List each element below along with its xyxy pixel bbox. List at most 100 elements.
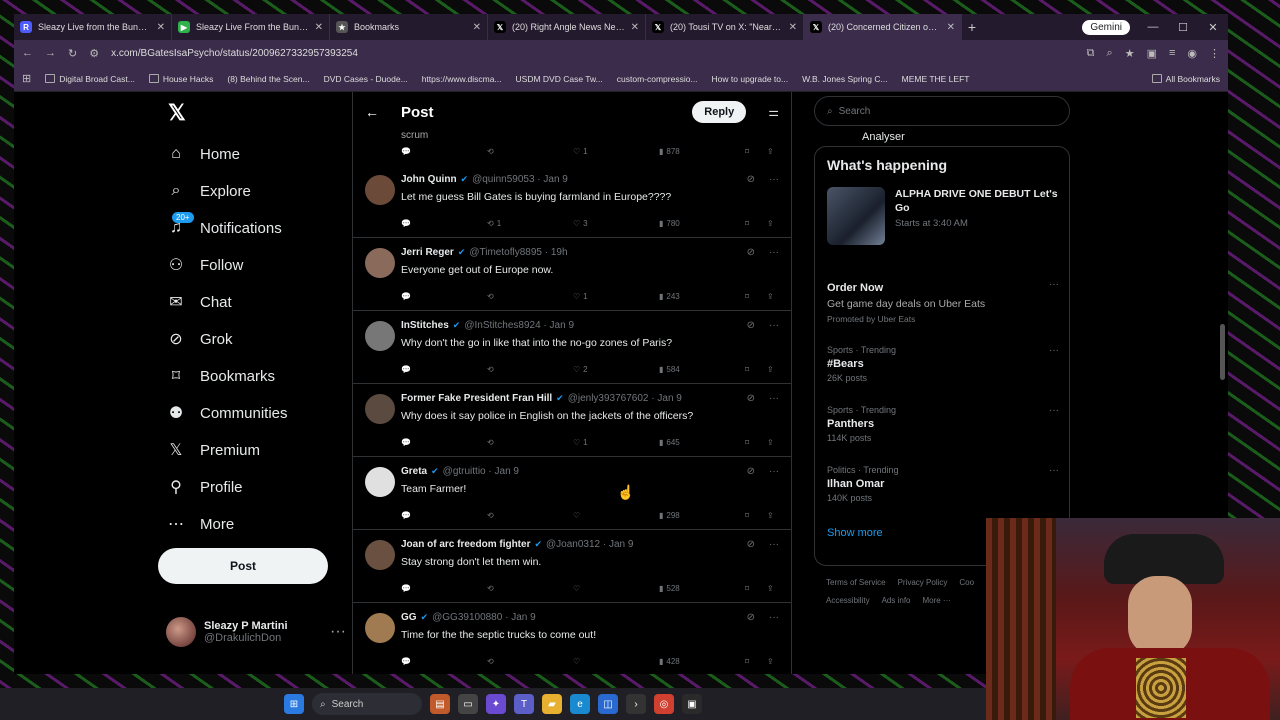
reply-icon[interactable]: 💬 bbox=[401, 219, 411, 228]
reply-icon[interactable]: 💬 bbox=[401, 147, 411, 156]
show-more-link[interactable]: Show more bbox=[827, 527, 883, 539]
nav-profile[interactable]: ⚲ Profile bbox=[166, 477, 242, 497]
browser-tab[interactable]: R Sleazy Live from the Bunker 1/1 ✕ bbox=[14, 14, 172, 40]
taskbar-search[interactable]: ⌕ Search bbox=[312, 693, 422, 715]
site-info-icon[interactable]: ⚙ bbox=[89, 47, 99, 60]
x-logo-icon[interactable]: 𝕏 bbox=[168, 100, 186, 126]
nav-explore[interactable]: ⌕ Explore bbox=[166, 181, 251, 201]
author-name[interactable]: Greta bbox=[401, 466, 427, 477]
filter-icon[interactable]: ⚌ bbox=[768, 105, 779, 119]
analyser-label[interactable]: Analyser bbox=[862, 131, 905, 143]
nav-grok[interactable]: ⊘ Grok bbox=[166, 329, 232, 349]
browser-tab[interactable]: 𝕏 (20) Right Angle News Network ✕ bbox=[488, 14, 646, 40]
file-explorer-icon[interactable]: ▰ bbox=[542, 694, 562, 714]
close-icon[interactable]: ✕ bbox=[157, 22, 165, 33]
nav-home[interactable]: ⌂ Home bbox=[166, 144, 240, 164]
edge-icon[interactable]: e bbox=[570, 694, 590, 714]
close-icon[interactable]: ✕ bbox=[315, 22, 323, 33]
retweet-button[interactable]: ⟲ bbox=[487, 584, 497, 593]
more-icon[interactable]: ··· bbox=[769, 247, 779, 258]
share-icon[interactable]: ⇪ bbox=[767, 584, 774, 593]
author-name[interactable]: Joan of arc freedom fighter bbox=[401, 539, 530, 550]
bookmark-item[interactable]: Digital Broad Cast... bbox=[45, 74, 135, 84]
avatar[interactable] bbox=[365, 321, 395, 351]
menu-icon[interactable]: ⋮ bbox=[1209, 47, 1220, 60]
like-button[interactable]: ♡ 1 bbox=[573, 147, 588, 156]
more-icon[interactable]: ··· bbox=[1049, 465, 1059, 476]
browser-tab-active[interactable]: 𝕏 (20) Concerned Citizen on X: " ✕ bbox=[804, 14, 962, 40]
apps-icon[interactable]: ⊞ bbox=[22, 72, 31, 85]
widgets-icon[interactable]: ▤ bbox=[430, 694, 450, 714]
retweet-button[interactable]: ⟲ bbox=[487, 365, 497, 374]
grok-icon[interactable]: ⊘ bbox=[747, 612, 755, 623]
bookmark-item[interactable]: How to upgrade to... bbox=[712, 74, 789, 84]
retweet-icon[interactable]: ⟲ bbox=[487, 147, 494, 156]
author-name[interactable]: Jerri Reger bbox=[401, 247, 454, 258]
maximize-icon[interactable]: ☐ bbox=[1168, 21, 1198, 34]
nav-communities[interactable]: ⚉ Communities bbox=[166, 403, 288, 423]
more-icon[interactable]: ··· bbox=[769, 466, 779, 477]
browser-tab[interactable]: ▶ Sleazy Live From the Bunker 1/1 ✕ bbox=[172, 14, 330, 40]
avatar[interactable] bbox=[365, 613, 395, 643]
reply-icon[interactable]: 💬 bbox=[401, 584, 411, 593]
promoted-trend[interactable]: Order Now Get game day deals on Uber Eat… bbox=[827, 279, 1059, 324]
footer-link[interactable]: Privacy Policy bbox=[898, 578, 948, 587]
bookmark-item[interactable]: https://www.discma... bbox=[422, 74, 502, 84]
avatar[interactable] bbox=[365, 540, 395, 570]
reply-tweet[interactable]: John Quinn ✔ @quinn59053 · Jan 9 Let me gue… bbox=[353, 165, 791, 238]
retweet-button[interactable]: ⟲ bbox=[487, 438, 497, 447]
share-icon[interactable]: ⇪ bbox=[767, 511, 774, 520]
account-switcher[interactable]: Sleazy P Martini @DrakulichDon ··· bbox=[166, 617, 346, 647]
copilot-icon[interactable]: ✦ bbox=[486, 694, 506, 714]
nav-premium[interactable]: 𝕏 Premium bbox=[166, 440, 260, 460]
teams-icon[interactable]: T bbox=[514, 694, 534, 714]
terminal-icon[interactable]: › bbox=[626, 694, 646, 714]
grok-icon[interactable]: ⊘ bbox=[747, 174, 755, 185]
reply-button[interactable]: Reply bbox=[692, 101, 747, 123]
bookmark-icon[interactable]: ⌑ bbox=[745, 219, 749, 228]
footer-link[interactable]: More ··· bbox=[922, 596, 950, 605]
like-button[interactable]: ♡ 2 bbox=[573, 365, 588, 374]
views-button[interactable]: ▮ 584 bbox=[659, 365, 680, 374]
nav-chat[interactable]: ✉ Chat bbox=[166, 292, 231, 312]
chrome-icon[interactable]: ◎ bbox=[654, 694, 674, 714]
sidebar-icon[interactable]: ▣ bbox=[1147, 47, 1157, 60]
bookmark-icon[interactable]: ⌑ bbox=[745, 584, 749, 593]
share-icon[interactable]: ⇪ bbox=[767, 657, 774, 666]
trend-item[interactable]: Politics · Trending Ilhan Omar 140K post… bbox=[827, 465, 1059, 503]
avatar[interactable] bbox=[365, 248, 395, 278]
all-bookmarks[interactable]: All Bookmarks bbox=[1151, 74, 1220, 84]
bookmark-item[interactable]: DVD Cases - Duode... bbox=[324, 74, 408, 84]
close-icon[interactable]: ✕ bbox=[947, 22, 955, 33]
bookmark-item[interactable]: USDM DVD Case Tw... bbox=[516, 74, 603, 84]
window-close-icon[interactable]: ✕ bbox=[1198, 21, 1228, 34]
more-icon[interactable]: ··· bbox=[330, 623, 346, 641]
reload-icon[interactable]: ↻ bbox=[68, 47, 77, 60]
reply-icon[interactable]: 💬 bbox=[401, 511, 411, 520]
more-icon[interactable]: ··· bbox=[1049, 345, 1059, 356]
bookmark-item[interactable]: House Hacks bbox=[148, 74, 213, 84]
like-button[interactable]: ♡ bbox=[573, 657, 583, 666]
avatar[interactable] bbox=[365, 175, 395, 205]
author-name[interactable]: John Quinn bbox=[401, 174, 457, 185]
windows-start-icon[interactable]: ⊞ bbox=[284, 694, 304, 714]
app-icon[interactable]: ▣ bbox=[682, 694, 702, 714]
grok-icon[interactable]: ⊘ bbox=[747, 393, 755, 404]
bookmark-icon[interactable]: ⌑ bbox=[745, 292, 749, 301]
views-button[interactable]: ▮ 878 bbox=[659, 147, 680, 156]
reply-tweet[interactable]: Former Fake President Fran Hill ✔ @jenly39… bbox=[353, 384, 791, 457]
store-icon[interactable]: ◫ bbox=[598, 694, 618, 714]
share-icon[interactable]: ⇪ bbox=[767, 438, 774, 447]
scrollbar-thumb[interactable] bbox=[1220, 324, 1225, 380]
grok-icon[interactable]: ⊘ bbox=[747, 247, 755, 258]
nav-more[interactable]: ⋯ More bbox=[166, 514, 234, 534]
search-input[interactable]: ⌕ Search bbox=[814, 96, 1070, 126]
reply-tweet[interactable]: Jerri Reger ✔ @Timetofly8895 · 19h Everyone… bbox=[353, 238, 791, 311]
new-tab-button[interactable]: + bbox=[962, 19, 982, 35]
back-arrow-icon[interactable]: ← bbox=[365, 104, 379, 120]
footer-link[interactable]: Ads info bbox=[882, 596, 911, 605]
task-view-icon[interactable]: ▭ bbox=[458, 694, 478, 714]
more-icon[interactable]: ··· bbox=[769, 612, 779, 623]
extensions-icon[interactable]: ≡ bbox=[1169, 47, 1175, 59]
footer-link[interactable]: Accessibility bbox=[826, 596, 870, 605]
